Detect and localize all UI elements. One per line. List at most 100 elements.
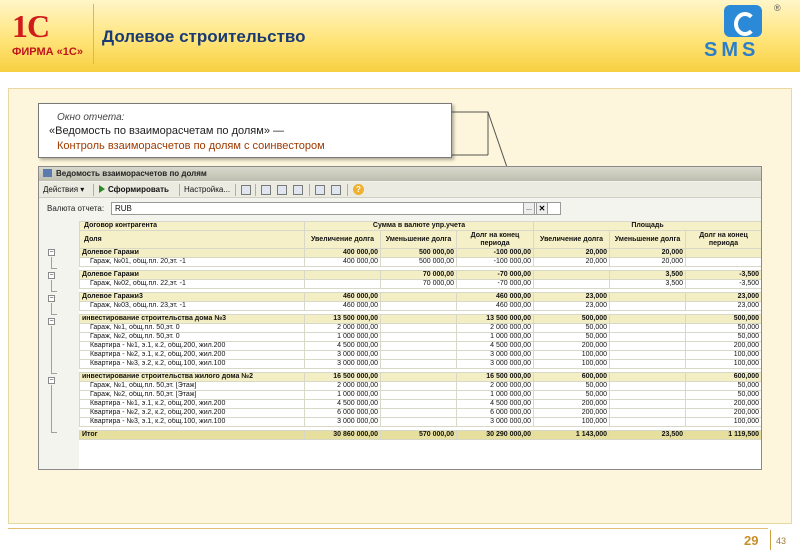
row-value-cell <box>609 350 687 360</box>
currency-select-button[interactable]: ... <box>523 202 535 215</box>
row-value-cell: 460 000,00 <box>455 301 535 311</box>
save-icon[interactable] <box>315 185 325 195</box>
row-value-cell <box>609 292 687 302</box>
generate-button[interactable]: Сформировать <box>99 184 169 196</box>
tree-branch-line <box>51 280 57 292</box>
row-value-cell: 6 000 000,00 <box>455 408 535 418</box>
page-total: 43 <box>776 536 787 546</box>
row-name-cell: Квартира - №1, э.1, к.2, общ.200, жил.20… <box>79 341 305 351</box>
table-row: Гараж, №02, общ.пл. 22,эт. -1 70 000,00 -7… <box>79 279 761 289</box>
row-value-cell: 200,000 <box>685 399 761 409</box>
chart-icon[interactable] <box>241 185 251 195</box>
table-row: Квартира - №3, э.2, к.2, общ.100, жил.10… <box>79 359 761 369</box>
row-value-cell: 100,000 <box>533 350 611 360</box>
settings-button[interactable]: Настройка... <box>184 184 230 196</box>
row-value-cell: 3 000 000,00 <box>304 417 381 427</box>
columns-icon[interactable] <box>293 185 303 195</box>
toolbar-separator <box>93 184 94 196</box>
group-row[interactable]: инвестирование строительства жилого дома… <box>79 372 761 382</box>
collapse-group-icon[interactable]: − <box>48 318 55 325</box>
table-row: Гараж, №1, общ.пл. 50,эт. [Этаж] 2 000 00… <box>79 381 761 391</box>
row-name-cell: Гараж, №03, общ.пл. 23,эт. -1 <box>79 301 305 311</box>
generate-label: Сформировать <box>108 185 169 194</box>
toolbar-separator <box>179 184 180 196</box>
row-name-cell: Итог <box>79 430 305 440</box>
group-row[interactable]: Долевое Гаражи3 460 000,00 460 000,00 23,00… <box>79 292 761 302</box>
help-icon[interactable]: ? <box>353 184 364 195</box>
table-row: Гараж, №2, общ.пл. 50,эт. [Этаж] 1 000 00… <box>79 390 761 400</box>
collapse-group-icon[interactable]: − <box>48 377 55 384</box>
row-name-cell: Гараж, №2, общ.пл. 50,эт. [Этаж] <box>79 390 305 400</box>
total-row: Итог 30 860 000,00 570 000,00 30 290 000,00… <box>79 430 761 440</box>
window-title: Ведомость взаиморасчетов по долям <box>56 169 207 178</box>
row-value-cell: 20,000 <box>533 248 611 258</box>
report-table: Договор контрагента Сумма в валюте упр.у… <box>79 221 761 440</box>
row-value-cell <box>304 270 381 280</box>
row-value-cell <box>609 323 687 333</box>
row-value-cell: 570 000,00 <box>380 430 457 440</box>
row-value-cell: 2 000 000,00 <box>455 381 535 391</box>
row-value-cell <box>609 301 687 311</box>
collapse-group-icon[interactable]: − <box>48 295 55 302</box>
row-value-cell <box>380 301 457 311</box>
row-value-cell: 200,000 <box>685 408 761 418</box>
footer-divider <box>8 528 768 529</box>
row-name-cell: Квартира - №2, э.1, к.2, общ.200, жил.20… <box>79 350 305 360</box>
load-icon[interactable] <box>331 185 341 195</box>
row-value-cell: 4 500 000,00 <box>455 399 535 409</box>
row-value-cell: 1 000 000,00 <box>455 332 535 342</box>
row-name-cell: инвестирование строительства дома №3 <box>79 314 305 324</box>
row-value-cell: -100 000,00 <box>455 257 535 267</box>
group-row[interactable]: инвестирование строительства дома №3 13 5… <box>79 314 761 324</box>
row-name-cell: Гараж, №02, общ.пл. 22,эт. -1 <box>79 279 305 289</box>
row-name-cell: инвестирование строительства жилого дома… <box>79 372 305 382</box>
tree-branch-line <box>51 257 57 269</box>
row-value-cell <box>380 350 457 360</box>
registered-mark: ® <box>774 3 781 13</box>
row-value-cell <box>380 359 457 369</box>
row-value-cell <box>609 359 687 369</box>
header-sum-group: Сумма в валюте упр.учета <box>303 221 535 231</box>
row-value-cell <box>380 381 457 391</box>
row-name-cell: Гараж, №1, общ.пл. 50,эт. [Этаж] <box>79 381 305 391</box>
row-value-cell <box>380 372 457 382</box>
currency-clear-button[interactable]: ✕ <box>536 202 548 215</box>
toolbar-separator <box>255 184 256 196</box>
row-value-cell: 30 860 000,00 <box>304 430 381 440</box>
row-value-cell <box>609 390 687 400</box>
collapse-group-icon[interactable]: − <box>48 249 55 256</box>
row-value-cell: 20,000 <box>609 257 687 267</box>
row-value-cell: 100,000 <box>685 417 761 427</box>
currency-input[interactable]: RUB <box>111 202 561 215</box>
row-value-cell: 70 000,00 <box>380 279 457 289</box>
row-value-cell: 3 000 000,00 <box>304 350 381 360</box>
row-name-cell: Квартира - №3, э.2, к.2, общ.100, жил.10… <box>79 359 305 369</box>
row-value-cell: -3,500 <box>685 270 761 280</box>
callout-description: Контроль взаиморасчетов по долям с соинв… <box>57 140 325 152</box>
group-row[interactable]: Долевое Гаражи 400 000,00 500 000,00 -100 0… <box>79 248 761 258</box>
row-value-cell: 30 290 000,00 <box>455 430 535 440</box>
table-row: Квартира - №1, э.1, к.2, общ.200, жил.20… <box>79 341 761 351</box>
row-value-cell: 1 143,000 <box>533 430 611 440</box>
rows-icon[interactable] <box>277 185 287 195</box>
callout-report-name: «Ведомость по взаиморасчетам по долям» — <box>49 125 284 137</box>
row-value-cell: 23,000 <box>533 301 611 311</box>
row-value-cell <box>609 381 687 391</box>
row-name-cell: Гараж, №2, общ.пл. 50,эт. 0 <box>79 332 305 342</box>
row-value-cell: 16 500 000,00 <box>304 372 381 382</box>
actions-menu[interactable]: Действия ▾ <box>43 184 84 196</box>
collapse-group-icon[interactable]: − <box>48 272 55 279</box>
row-value-cell: 1 000 000,00 <box>304 390 381 400</box>
group-row[interactable]: Долевое Гаражи 70 000,00 -70 000,00 3,500 -3… <box>79 270 761 280</box>
table-row: Квартира - №1, э.1, к.2, общ.200, жил.20… <box>79 399 761 409</box>
window-titlebar[interactable]: Ведомость взаиморасчетов по долям <box>39 167 761 181</box>
row-value-cell: 3 000 000,00 <box>455 350 535 360</box>
row-value-cell: 460 000,00 <box>304 301 381 311</box>
report-icon <box>43 169 52 177</box>
header-area-decrease: Уменьшение долга <box>609 230 687 249</box>
tree-icon[interactable] <box>261 185 271 195</box>
row-value-cell: 1 119,500 <box>685 430 761 440</box>
report-grid: Договор контрагента Сумма в валюте упр.у… <box>79 221 761 469</box>
row-value-cell: 100,000 <box>533 417 611 427</box>
table-row: Гараж, №2, общ.пл. 50,эт. 01 000 000,00 1… <box>79 332 761 342</box>
